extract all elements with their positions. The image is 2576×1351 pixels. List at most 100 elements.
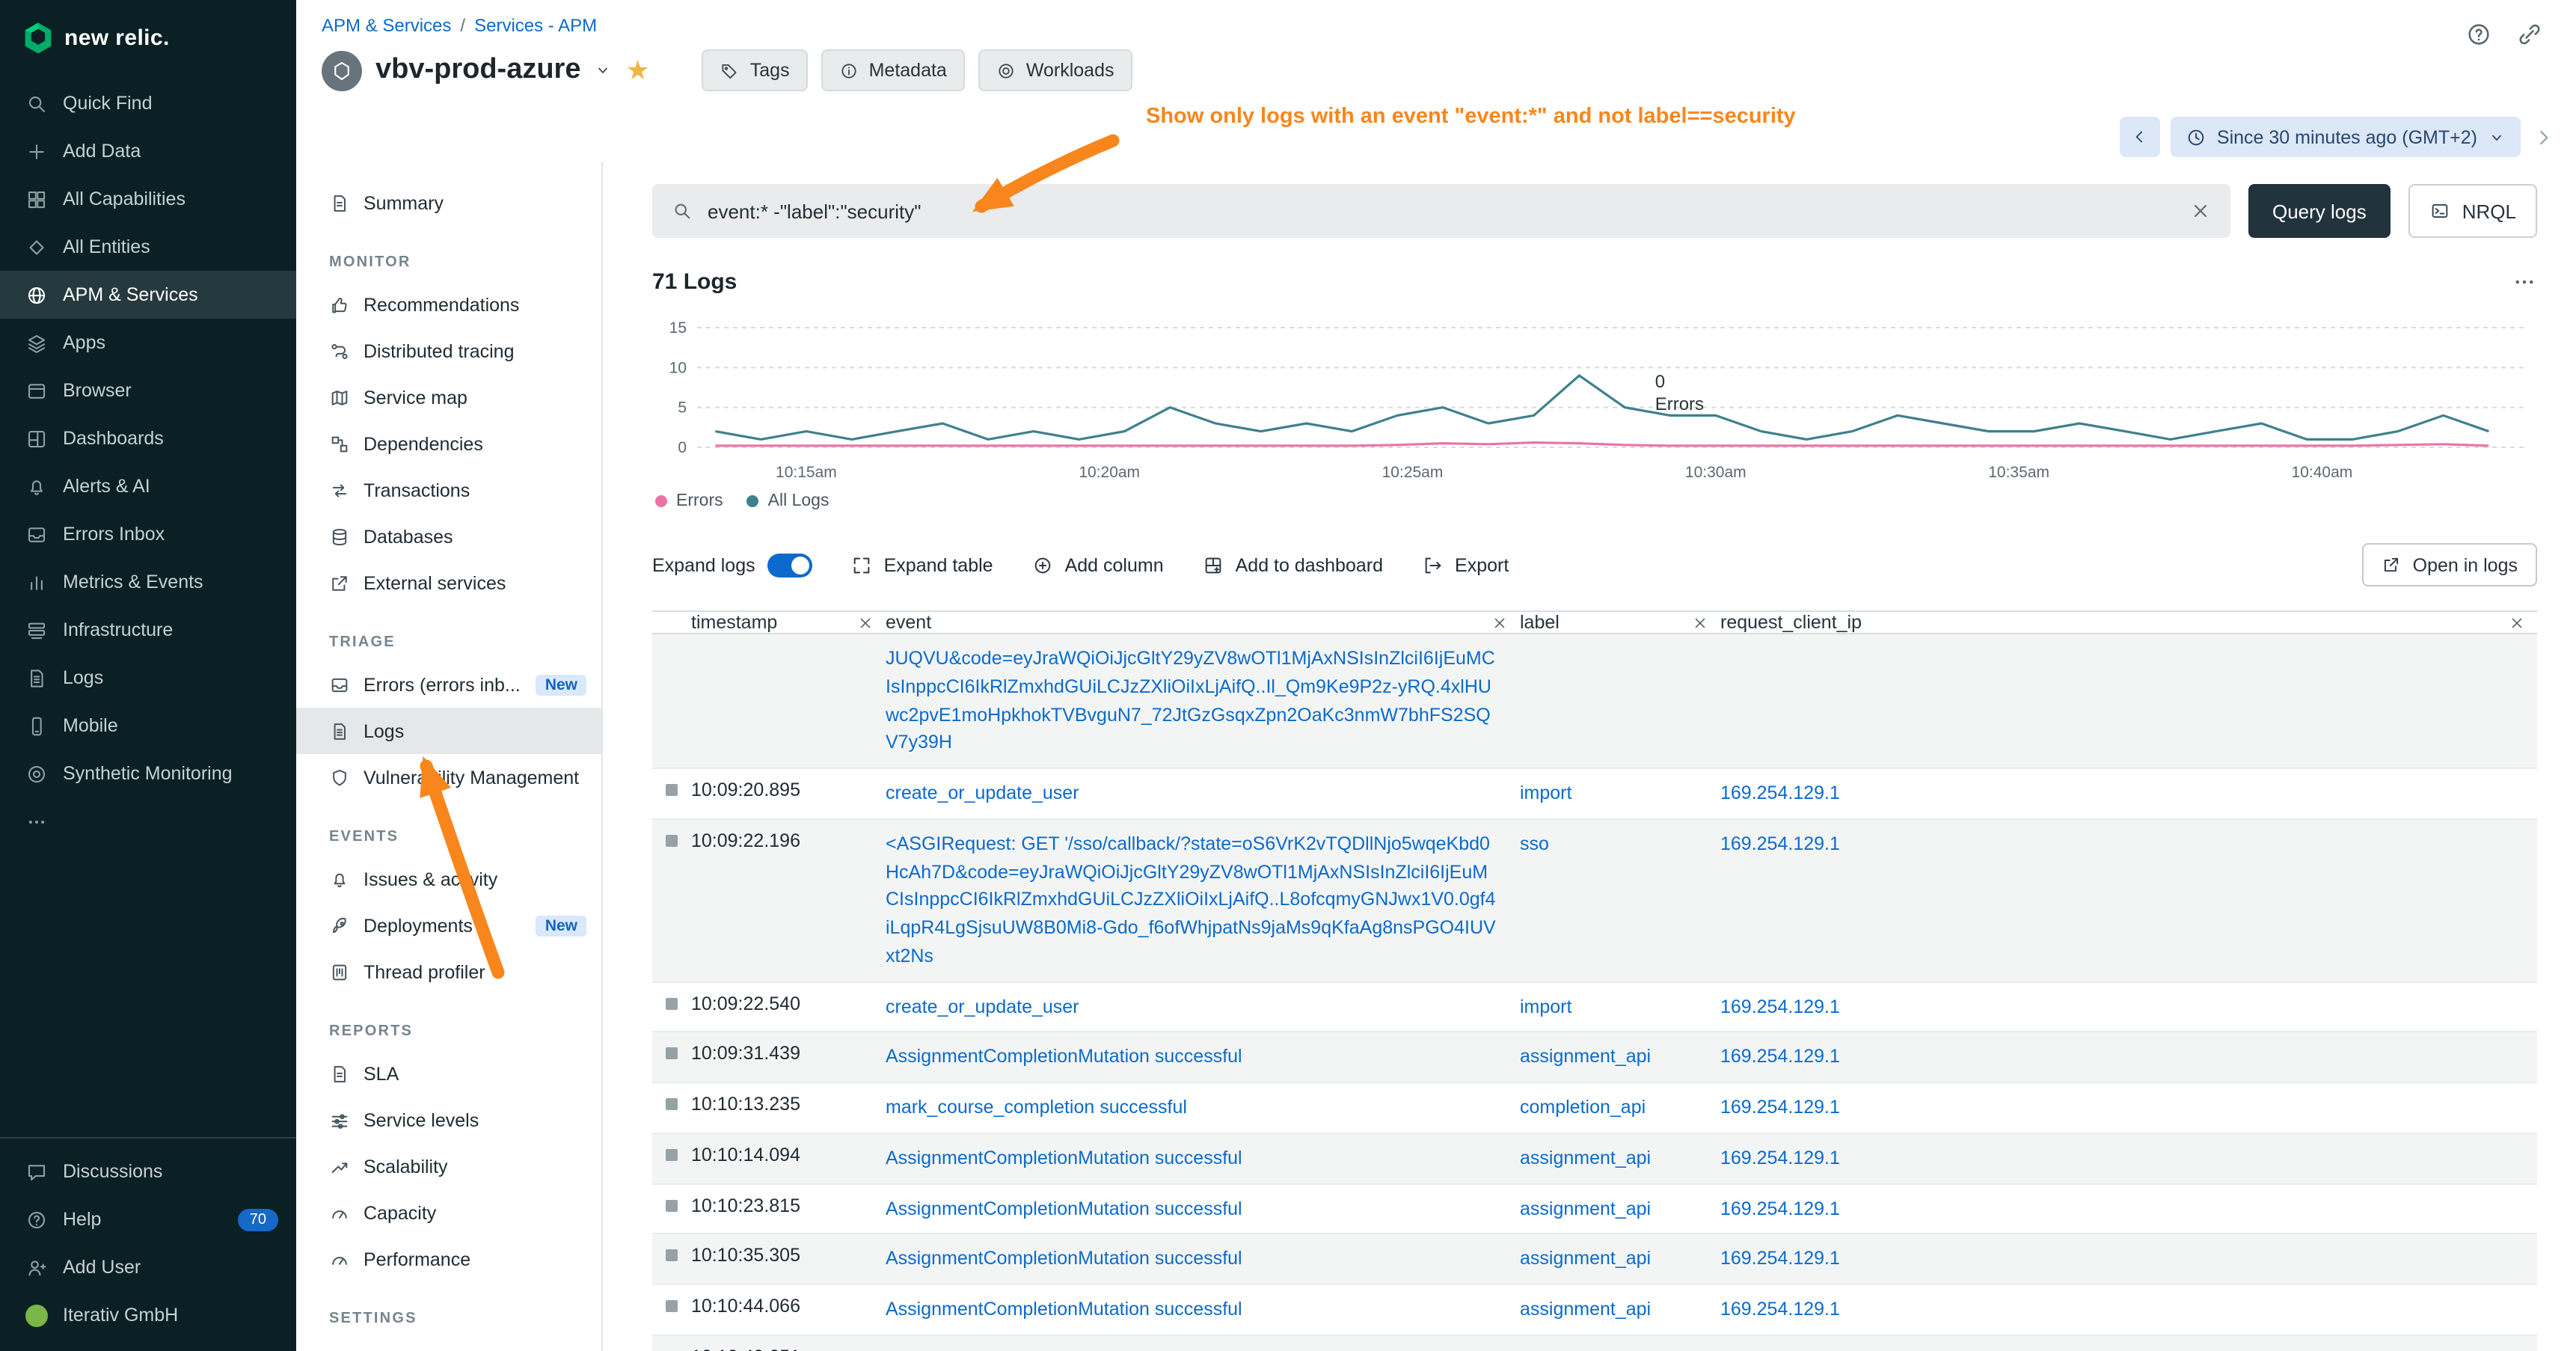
label-link[interactable]: assignment_api (1520, 1296, 1651, 1324)
request-client-ip-link[interactable]: 169.254.129.1 (1720, 1145, 1840, 1173)
sidebar-item-alerts-ai[interactable]: Alerts & AI (0, 462, 296, 510)
subnav-item-capacity[interactable]: Capacity (296, 1189, 601, 1236)
request-client-ip-link[interactable]: 169.254.129.1 (1720, 1246, 1840, 1274)
request-client-ip-link[interactable]: 169.254.129.1 (1720, 1347, 1840, 1351)
time-range-button[interactable]: Since 30 minutes ago (GMT+2) (2171, 117, 2521, 157)
subnav-item-deployments[interactable]: DeploymentsNew (296, 902, 601, 949)
event-link[interactable]: AssignmentCompletionMutation successful (886, 1195, 1242, 1223)
sidebar-item-more[interactable] (0, 797, 296, 845)
label-link[interactable]: import (1520, 993, 1571, 1021)
table-row[interactable]: 10:10:23.815AssignmentCompletionMutation… (652, 1184, 2537, 1235)
subnav-item-service-levels[interactable]: Service levels (296, 1097, 601, 1143)
subnav-item-scalability[interactable]: Scalability (296, 1143, 601, 1189)
open-in-logs-button[interactable]: Open in logs (2362, 543, 2537, 586)
sidebar-item-infrastructure[interactable]: Infrastructure (0, 606, 296, 654)
sidebar-item-synthetic-monitoring[interactable]: Synthetic Monitoring (0, 750, 296, 797)
subnav-item-vulnerability-management[interactable]: Vulnerability Management (296, 754, 601, 800)
subnav-item-recommendations[interactable]: Recommendations (296, 281, 601, 328)
sidebar-item-apm-services[interactable]: APM & Services (0, 271, 296, 319)
label-link[interactable]: assignment_api (1520, 1145, 1651, 1173)
expand-table-button[interactable]: Expand table (851, 554, 993, 575)
sidebar-item-errors-inbox[interactable]: Errors Inbox (0, 510, 296, 558)
expand-logs-toggle[interactable] (767, 553, 812, 577)
row-select-icon[interactable] (666, 997, 678, 1009)
nrql-button[interactable]: NRQL (2408, 184, 2537, 238)
table-row[interactable]: 10:10:44.066AssignmentCompletionMutation… (652, 1285, 2537, 1336)
label-link[interactable]: import (1520, 779, 1571, 808)
tags-button[interactable]: Tags (702, 49, 808, 91)
event-link[interactable]: AssignmentCompletionMutation successful (886, 1145, 1242, 1173)
table-row[interactable]: 10:10:49.051mark_course_completion succe… (652, 1336, 2537, 1351)
subnav-item-performance[interactable]: Performance (296, 1236, 601, 1282)
table-row[interactable]: 10:10:13.235mark_course_completion succe… (652, 1083, 2537, 1134)
subnav-item-external-services[interactable]: External services (296, 560, 601, 606)
request-client-ip-link[interactable]: 169.254.129.1 (1720, 1195, 1840, 1223)
query-text[interactable]: event:* -"label":"security" (708, 200, 2175, 222)
request-client-ip-link[interactable]: 169.254.129.1 (1720, 779, 1840, 808)
event-link[interactable]: AssignmentCompletionMutation successful (886, 1296, 1242, 1324)
request-client-ip-link[interactable]: 169.254.129.1 (1720, 830, 1840, 859)
event-link[interactable]: mark_course_completion successful (886, 1347, 1187, 1351)
label-link[interactable]: assignment_api (1520, 1195, 1651, 1223)
entity-switcher-chevron-icon[interactable] (595, 61, 613, 79)
row-select-icon[interactable] (666, 1250, 678, 1262)
request-client-ip-link[interactable]: 169.254.129.1 (1720, 1044, 1840, 1072)
table-row[interactable]: JUQVU&code=eyJraWQiOiJjcGltY29yZV8wOTl1M… (652, 634, 2537, 769)
subnav-item-issues-activity[interactable]: Issues & activity (296, 856, 601, 902)
subnav-item-databases[interactable]: Databases (296, 513, 601, 560)
subnav-item-errors-errors-inb[interactable]: Errors (errors inb...New (296, 661, 601, 708)
subnav-item-transactions[interactable]: Transactions (296, 467, 601, 513)
time-back-button[interactable] (2120, 117, 2160, 157)
remove-event-column-icon[interactable] (1491, 614, 1508, 631)
sidebar-item-browser[interactable]: Browser (0, 367, 296, 414)
label-link[interactable]: sso (1520, 830, 1549, 859)
add-column-button[interactable]: Add column (1032, 554, 1164, 575)
add-to-dashboard-button[interactable]: Add to dashboard (1203, 554, 1383, 575)
sidebar-item-metrics-events[interactable]: Metrics & Events (0, 558, 296, 606)
remove-timestamp-column-icon[interactable] (857, 614, 874, 631)
clear-query-icon[interactable] (2190, 200, 2211, 221)
table-row[interactable]: 10:09:31.439AssignmentCompletionMutation… (652, 1033, 2537, 1084)
label-link[interactable]: assignment_api (1520, 1044, 1651, 1072)
new-relic-logo[interactable]: new relic. (0, 0, 296, 79)
remove-request-client-ip-column-icon[interactable] (2509, 614, 2525, 631)
favorite-star-icon[interactable]: ★ (626, 57, 650, 84)
permalink-icon[interactable] (2516, 21, 2543, 48)
help-circle-icon[interactable] (2465, 21, 2492, 48)
metadata-button[interactable]: Metadata (821, 49, 965, 91)
row-select-icon[interactable] (666, 1098, 678, 1110)
event-link[interactable]: create_or_update_user (886, 993, 1079, 1021)
subnav-item-sla[interactable]: SLA (296, 1050, 601, 1097)
export-button[interactable]: Export (1422, 554, 1509, 575)
row-select-icon[interactable] (666, 1199, 678, 1211)
sidebar-item-all-capabilities[interactable]: All Capabilities (0, 175, 296, 223)
label-link[interactable]: completion_api (1520, 1094, 1646, 1122)
sidebar-item-dashboards[interactable]: Dashboards (0, 414, 296, 462)
event-link[interactable]: AssignmentCompletionMutation successful (886, 1044, 1242, 1072)
legend-errors[interactable]: Errors (655, 489, 723, 513)
more-options-icon[interactable] (2512, 269, 2537, 294)
breadcrumb-link-services-apm[interactable]: Services - APM (474, 15, 597, 36)
subnav-item-dependencies[interactable]: Dependencies (296, 420, 601, 467)
logs-query-input[interactable]: event:* -"label":"security" (652, 184, 2230, 238)
table-row[interactable]: 10:09:20.895create_or_update_userimport1… (652, 769, 2537, 820)
subnav-item-summary[interactable]: Summary (296, 180, 601, 226)
row-select-icon[interactable] (666, 1149, 678, 1161)
subnav-item-distributed-tracing[interactable]: Distributed tracing (296, 328, 601, 374)
table-row[interactable]: 10:09:22.196<ASGIRequest: GET '/sso/call… (652, 820, 2537, 983)
time-forward-button[interactable] (2531, 125, 2555, 149)
table-row[interactable]: 10:10:35.305AssignmentCompletionMutation… (652, 1235, 2537, 1286)
sidebar-item-all-entities[interactable]: All Entities (0, 223, 296, 271)
subnav-item-logs[interactable]: Logs (296, 708, 601, 754)
sidebar-footer-discussions[interactable]: Discussions (0, 1148, 296, 1195)
workloads-button[interactable]: Workloads (978, 49, 1132, 91)
label-link[interactable]: completion_api (1520, 1347, 1646, 1351)
event-link[interactable]: AssignmentCompletionMutation successful (886, 1246, 1242, 1274)
sidebar-item-mobile[interactable]: Mobile (0, 702, 296, 750)
row-select-icon[interactable] (666, 784, 678, 796)
sidebar-item-add-data[interactable]: Add Data (0, 127, 296, 175)
table-row[interactable]: 10:10:14.094AssignmentCompletionMutation… (652, 1134, 2537, 1185)
table-row[interactable]: 10:09:22.540create_or_update_userimport1… (652, 982, 2537, 1033)
request-client-ip-link[interactable]: 169.254.129.1 (1720, 993, 1840, 1021)
request-client-ip-link[interactable]: 169.254.129.1 (1720, 1296, 1840, 1324)
